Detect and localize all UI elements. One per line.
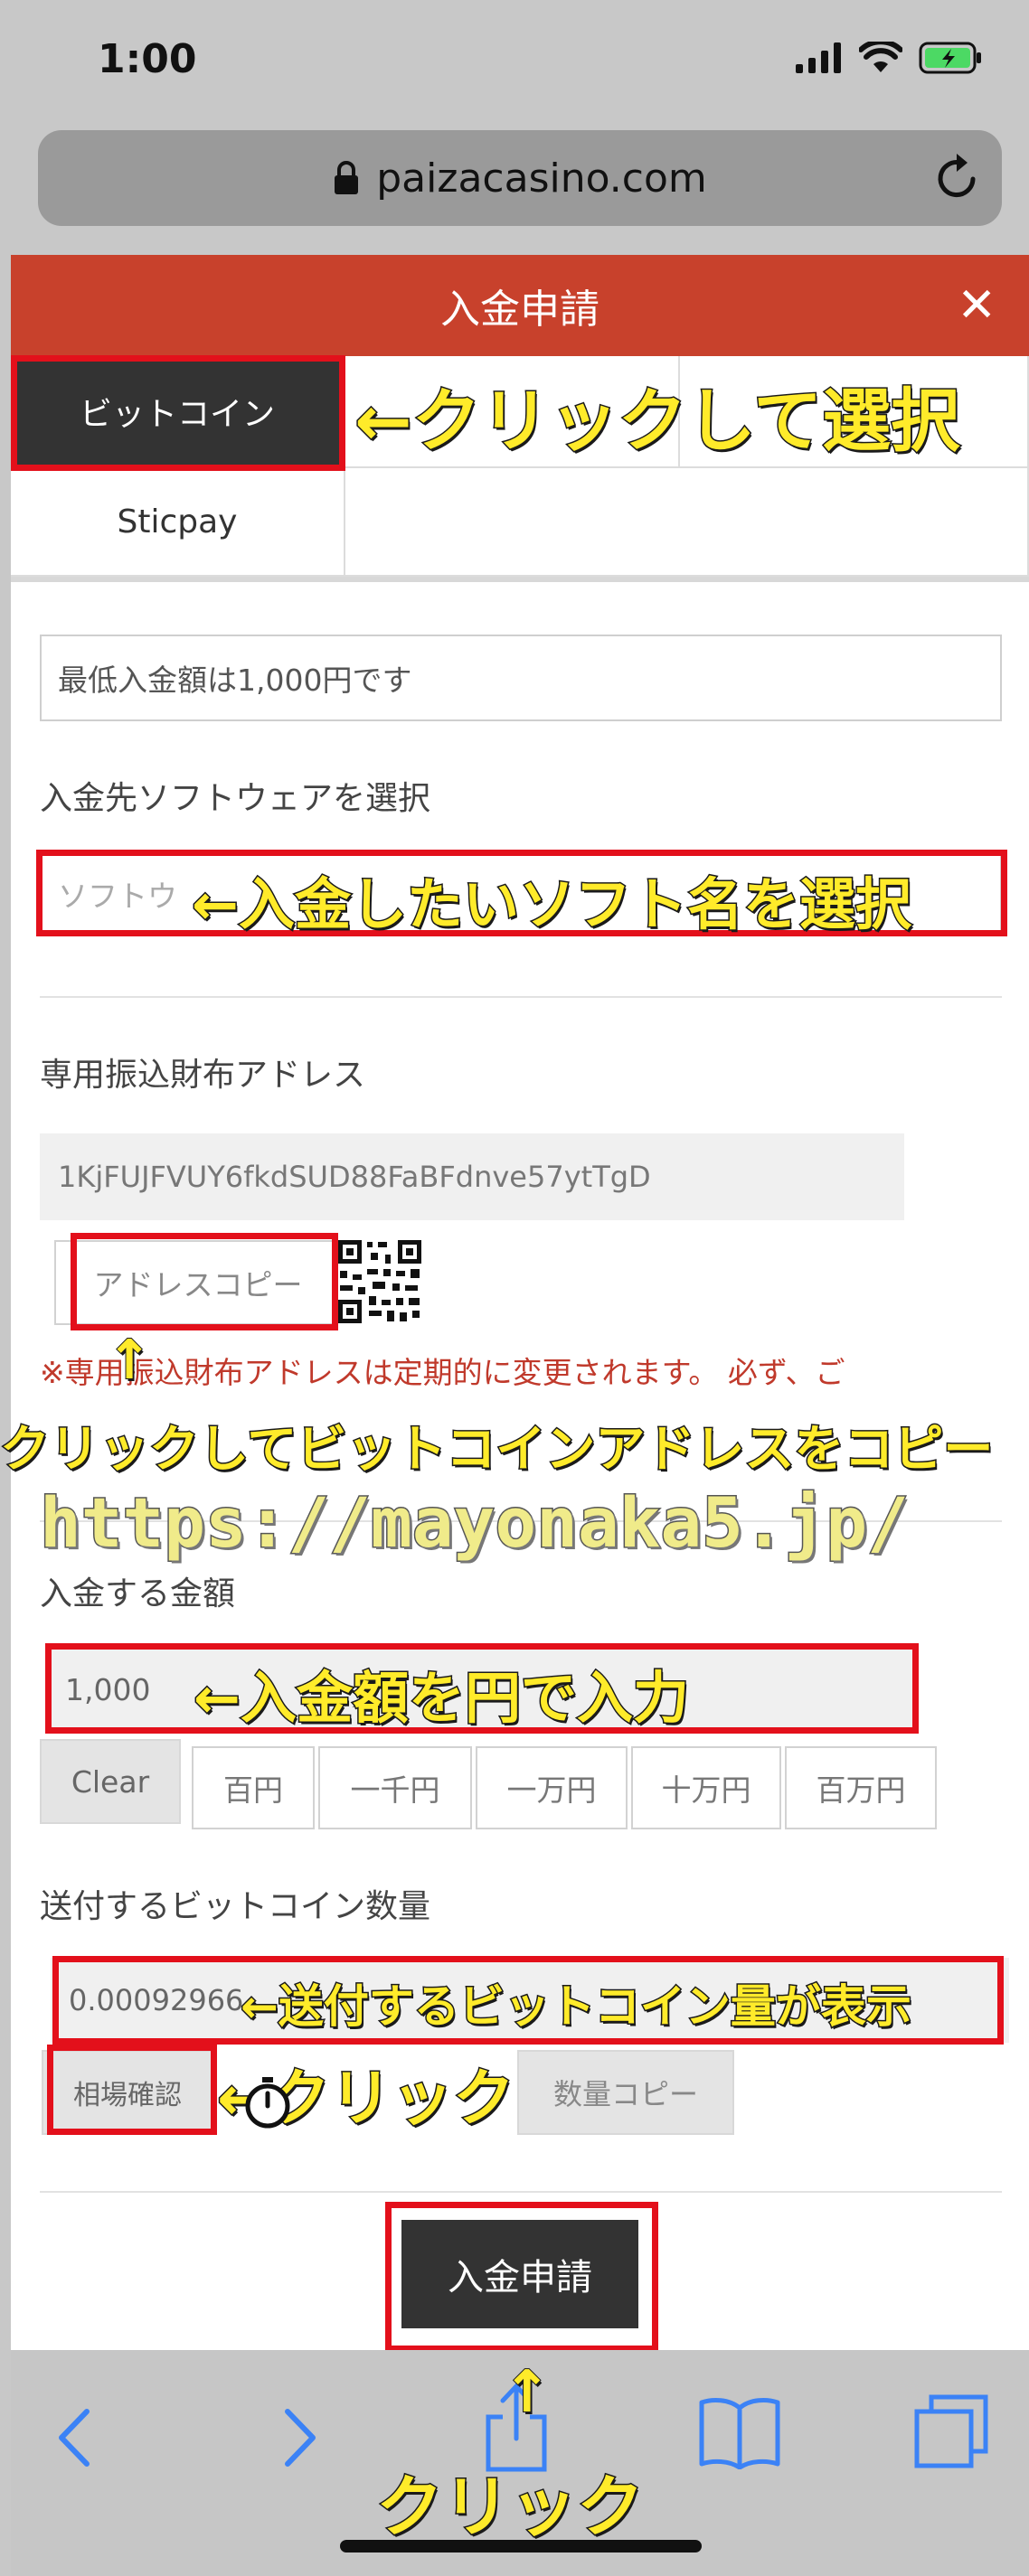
url-text: paizacasino.com <box>376 155 707 202</box>
rate-check-button[interactable]: 相場確認 <box>42 2050 213 2135</box>
status-time: 1:00 <box>98 36 197 82</box>
method-sticpay[interactable]: Sticpay <box>11 468 345 577</box>
preset-1000000-button[interactable]: 百万円 <box>785 1746 937 1829</box>
caption-arrow-up: ↑ <box>106 1328 153 1393</box>
preset-1000-button[interactable]: 一千円 <box>318 1746 472 1829</box>
caption-select-method: ←クリックして選択 <box>353 380 960 463</box>
qr-code-icon <box>336 1238 423 1325</box>
wifi-icon <box>859 42 902 72</box>
wallet-change-notice: ※専用振込財布アドレスは定期的に変更されます。 必ず、ご <box>40 1347 1016 1399</box>
caption-select-software: ←入金したいソフト名を選択 <box>191 870 913 939</box>
wallet-address-label: 専用振込財布アドレス <box>40 1057 366 1094</box>
address-bar[interactable]: paizacasino.com <box>38 130 1002 226</box>
submit-deposit-button[interactable]: 入金申請 <box>401 2220 638 2328</box>
caption-enter-amount: ←入金額を円で入力 <box>193 1664 691 1733</box>
lock-icon <box>335 161 359 194</box>
status-icons <box>796 38 984 78</box>
tabs-icon[interactable] <box>913 2393 989 2469</box>
close-icon[interactable]: ✕ <box>957 282 996 329</box>
battery-icon <box>919 42 981 74</box>
preset-10000-button[interactable]: 一万円 <box>476 1746 628 1829</box>
amount-label: 入金する金額 <box>40 1575 236 1612</box>
page-content: 入金申請 ✕ ビットコイン Sticpay 最低入金額は1,000円です 入金先… <box>11 255 1029 2350</box>
forward-icon[interactable] <box>280 2408 320 2468</box>
home-indicator <box>340 2540 702 2552</box>
wallet-change-notice-text: ※専用振込財布アドレスは定期的に変更されます。 必ず、ご <box>40 1355 845 1390</box>
caption-arrow-submit: ↑ <box>502 2358 552 2427</box>
preset-100-button[interactable]: 百円 <box>192 1746 315 1829</box>
software-label: 入金先ソフトウェアを選択 <box>40 780 431 817</box>
preset-100000-button[interactable]: 十万円 <box>631 1746 781 1829</box>
wallet-address: 1KjFUJFVUY6fkdSUD88FaBFdnve57ytTgD <box>40 1133 904 1220</box>
modal-title: 入金申請 <box>440 287 599 333</box>
modal-header: 入金申請 ✕ <box>11 255 1029 356</box>
caption-click-submit: クリック <box>375 2468 646 2548</box>
method-bitcoin[interactable]: ビットコイン <box>11 356 345 468</box>
back-icon[interactable] <box>54 2408 94 2468</box>
copy-address-button[interactable]: アドレスコピー <box>54 1240 342 1325</box>
clear-button[interactable]: Clear <box>40 1739 181 1824</box>
btc-quantity-label: 送付するビットコイン数量 <box>40 1888 431 1925</box>
method-empty <box>345 468 1029 577</box>
reload-icon[interactable] <box>933 152 982 204</box>
min-deposit-notice: 最低入金額は1,000円です <box>40 635 1002 721</box>
bookmarks-icon[interactable] <box>698 2395 781 2469</box>
divider <box>40 2191 1002 2193</box>
caption-btc-shown: ←送付するビットコイン量が表示 <box>240 1979 913 2035</box>
stopwatch-icon <box>245 2077 290 2129</box>
divider <box>40 996 1002 998</box>
watermark-url: https://mayonaka5.jp/ <box>39 1481 911 1565</box>
quantity-copy-button[interactable]: 数量コピー <box>517 2050 734 2135</box>
signal-icon <box>796 42 841 73</box>
caption-copy-address: クリックしてビットコインアドレスをコピー <box>0 1419 995 1480</box>
